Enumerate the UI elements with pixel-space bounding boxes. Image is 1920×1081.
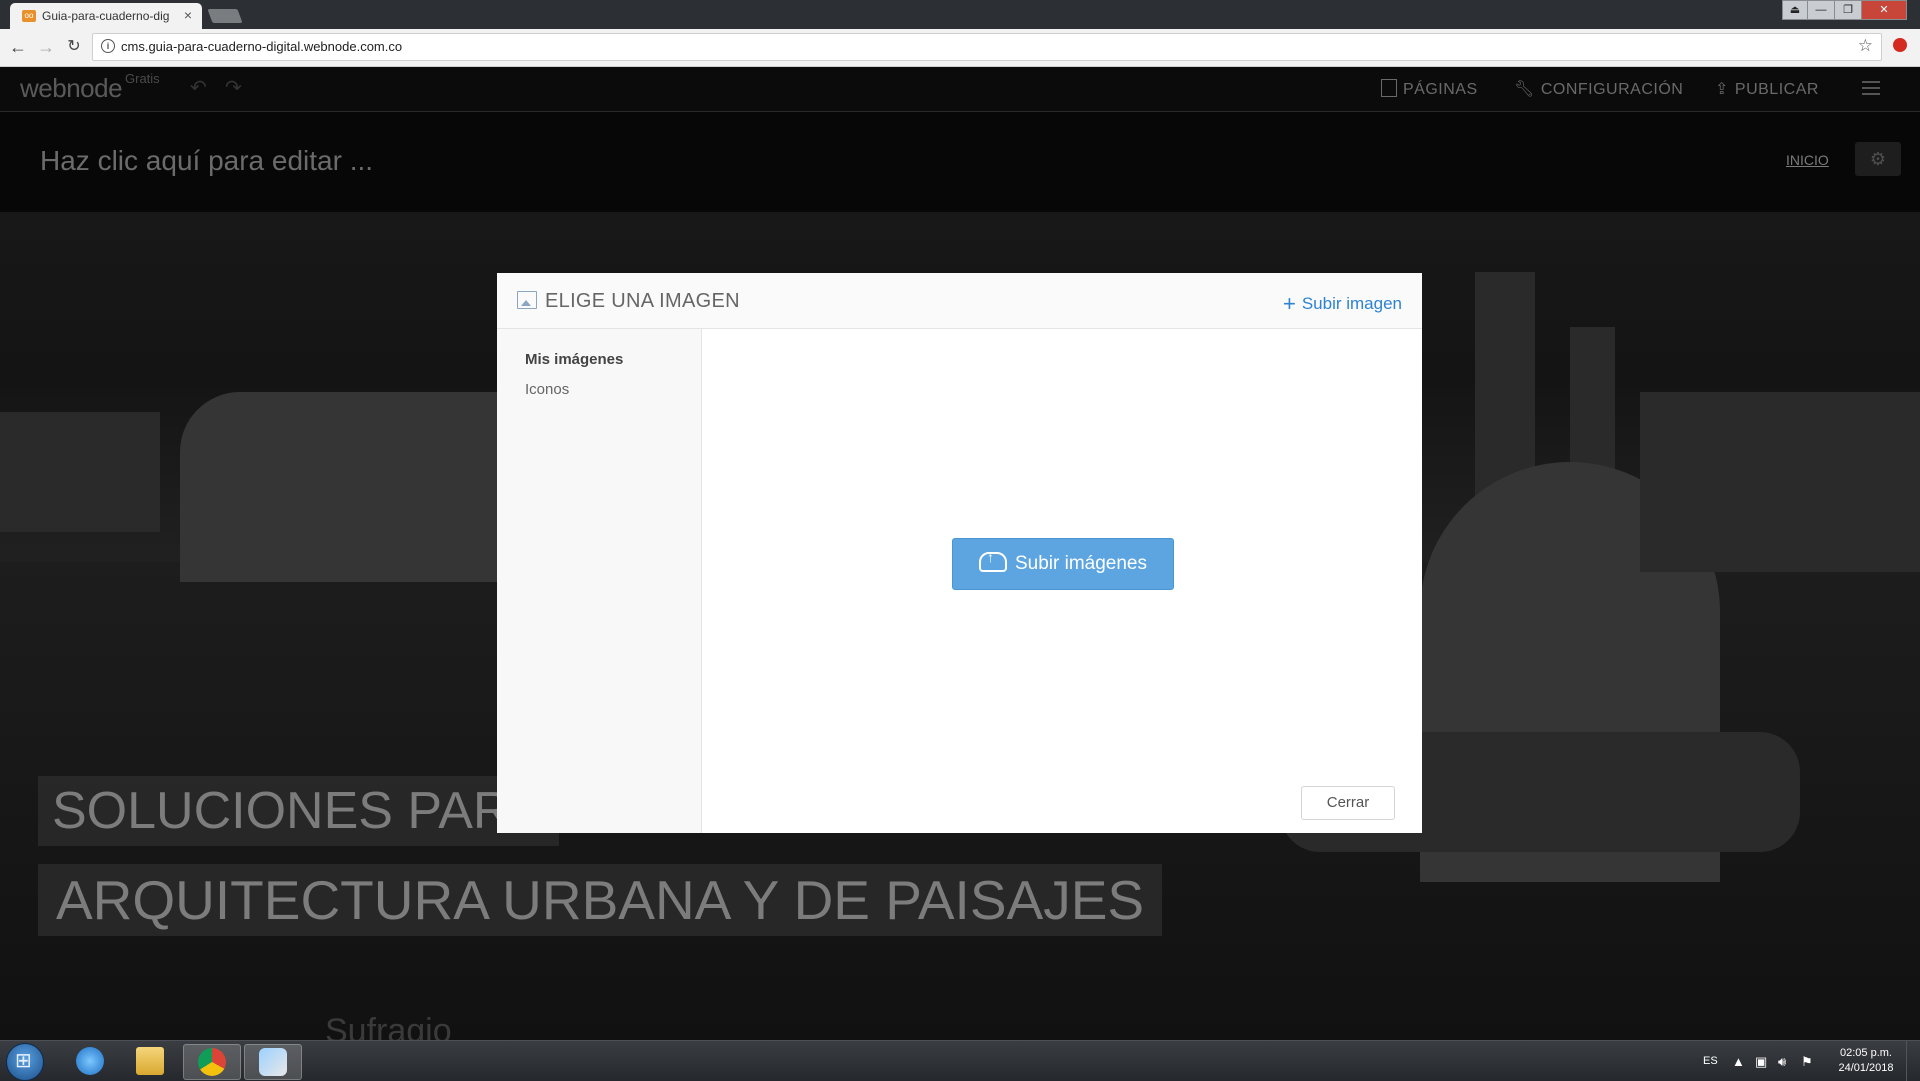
redo-icon[interactable]: ↷ bbox=[225, 75, 242, 100]
modal-title: ELIGE UNA IMAGEN bbox=[545, 290, 740, 312]
gear-icon[interactable]: ⚙ bbox=[1855, 142, 1901, 176]
paint-icon bbox=[259, 1048, 287, 1076]
start-button[interactable] bbox=[6, 1043, 44, 1081]
new-tab-button[interactable] bbox=[207, 9, 243, 23]
site-title[interactable]: Haz clic aquí para editar ... bbox=[40, 145, 373, 177]
clock-date: 24/01/2018 bbox=[1838, 1062, 1894, 1074]
windows-taskbar: ES ▲ ▣ 🔊︎ ⚑ 02:05 p.m. 24/01/2018 bbox=[0, 1040, 1920, 1081]
sidebar-item-iconos[interactable]: Iconos bbox=[525, 381, 569, 398]
hero-faded-text: Sufragio bbox=[325, 1012, 452, 1040]
undo-icon[interactable]: ↶ bbox=[190, 75, 207, 100]
bookmark-star-icon[interactable]: ☆ bbox=[1858, 36, 1873, 56]
language-indicator[interactable]: ES bbox=[1703, 1055, 1718, 1067]
folder-icon bbox=[136, 1047, 164, 1075]
hamburger-menu-icon[interactable] bbox=[1862, 81, 1880, 99]
image-picker-modal: ELIGE UNA IMAGEN + Subir imagen Mis imáge… bbox=[497, 273, 1422, 833]
profile-button[interactable]: ⏏ bbox=[1782, 0, 1808, 20]
webnode-favicon-icon: oo bbox=[22, 10, 36, 22]
hero-heading-line1[interactable]: SOLUCIONES PARA bbox=[38, 776, 560, 846]
close-button[interactable]: Cerrar bbox=[1301, 786, 1395, 820]
network-icon[interactable]: ▣ bbox=[1755, 1054, 1767, 1070]
volume-icon[interactable]: 🔊︎ bbox=[1778, 1054, 1786, 1070]
taskbar-internet-explorer[interactable] bbox=[62, 1044, 118, 1078]
menu-pages-label: PÁGINAS bbox=[1403, 81, 1478, 98]
cloud-upload-icon bbox=[978, 550, 1007, 572]
upload-images-label: Subir imágenes bbox=[1014, 553, 1148, 574]
menu-settings-label: CONFIGURACIÓN bbox=[1540, 81, 1684, 98]
show-hidden-icons-icon[interactable]: ▲ bbox=[1732, 1054, 1745, 1069]
taskbar-file-explorer[interactable] bbox=[122, 1044, 178, 1078]
extension-icon[interactable] bbox=[1893, 38, 1907, 52]
webnode-editor-bar: webnode Gratis ↶ ↷ PÁGINAS 🔧︎ CONFIGURACI… bbox=[0, 67, 1920, 112]
taskbar-chrome[interactable] bbox=[183, 1044, 241, 1080]
url-text[interactable]: cms.guia-para-cuaderno-digital.webnode.c… bbox=[121, 39, 402, 54]
webnode-logo[interactable]: webnode bbox=[20, 73, 123, 104]
chrome-icon bbox=[198, 1048, 226, 1076]
maximize-button[interactable]: ❐ bbox=[1834, 0, 1862, 20]
browser-titlebar: oo Guia-para-cuaderno-dig × ⏏ — ❐ ✕ bbox=[0, 0, 1920, 29]
hero-heading-line2[interactable]: ARQUITECTURA URBANA Y DE PAISAJES bbox=[38, 864, 1163, 936]
wrench-icon: 🔧︎ bbox=[1514, 81, 1535, 98]
building-shape bbox=[0, 412, 160, 532]
image-icon bbox=[517, 291, 537, 309]
pages-icon bbox=[1381, 79, 1397, 97]
browser-tab[interactable]: oo Guia-para-cuaderno-dig × bbox=[10, 3, 202, 29]
show-desktop-button[interactable] bbox=[1906, 1041, 1920, 1081]
building-shape bbox=[180, 392, 540, 582]
forward-arrow-icon[interactable]: → bbox=[34, 35, 58, 59]
minimize-button[interactable]: — bbox=[1807, 0, 1835, 20]
taskbar-clock[interactable]: 02:05 p.m. 24/01/2018 bbox=[1832, 1046, 1900, 1076]
modal-sidebar: Mis imágenes Iconos bbox=[497, 329, 702, 833]
back-arrow-icon[interactable]: ← bbox=[6, 35, 30, 59]
taskbar-paint[interactable] bbox=[244, 1044, 302, 1080]
menu-publish[interactable]: ⇪ PUBLICAR bbox=[1715, 79, 1819, 99]
building-shape bbox=[1640, 392, 1920, 572]
tab-close-icon[interactable]: × bbox=[184, 7, 192, 23]
upload-icon: ⇪ bbox=[1715, 81, 1729, 98]
info-icon[interactable]: i bbox=[101, 39, 115, 53]
modal-header: ELIGE UNA IMAGEN + Subir imagen bbox=[497, 273, 1422, 329]
nav-link-inicio[interactable]: INICIO bbox=[1786, 152, 1829, 168]
browser-toolbar: ← → ↻ i cms.guia-para-cuaderno-digital.w… bbox=[0, 29, 1920, 67]
site-header: Haz clic aquí para editar ... INICIO ⚙ bbox=[0, 112, 1920, 212]
menu-settings[interactable]: 🔧︎ CONFIGURACIÓN bbox=[1514, 79, 1683, 99]
action-center-flag-icon[interactable]: ⚑ bbox=[1801, 1054, 1813, 1070]
menu-publish-label: PUBLICAR bbox=[1734, 81, 1819, 98]
address-bar[interactable]: i cms.guia-para-cuaderno-digital.webnode… bbox=[92, 33, 1882, 61]
clock-time: 02:05 p.m. bbox=[1840, 1047, 1892, 1059]
upload-image-link-label: Subir imagen bbox=[1301, 294, 1402, 313]
upload-image-link[interactable]: + Subir imagen bbox=[1283, 291, 1402, 317]
reload-icon[interactable]: ↻ bbox=[62, 35, 86, 59]
plan-label: Gratis bbox=[125, 71, 160, 86]
tab-title: Guia-para-cuaderno-dig bbox=[42, 9, 170, 23]
menu-pages[interactable]: PÁGINAS bbox=[1381, 79, 1478, 99]
sidebar-item-mis-imagenes[interactable]: Mis imágenes bbox=[525, 351, 623, 368]
plus-icon: + bbox=[1282, 291, 1296, 316]
internet-explorer-icon bbox=[76, 1047, 104, 1075]
upload-images-button[interactable]: Subir imágenes bbox=[952, 538, 1174, 590]
close-window-button[interactable]: ✕ bbox=[1861, 0, 1907, 20]
